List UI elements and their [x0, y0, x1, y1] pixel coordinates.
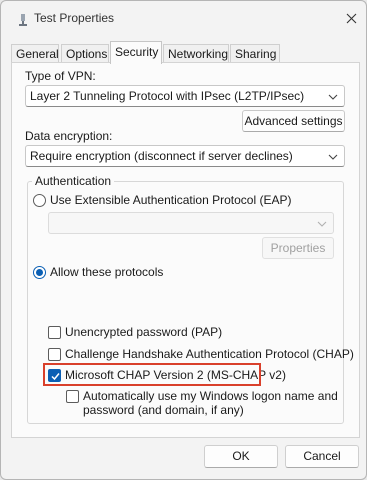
close-button[interactable]	[337, 5, 365, 33]
auto-logon-label-line1[interactable]: Automatically use my Windows logon name …	[83, 389, 338, 403]
window-title: Test Properties	[34, 11, 115, 25]
data-encryption-value: Require encryption (disconnect if server…	[30, 149, 293, 163]
authentication-group-title: Authentication	[32, 174, 115, 188]
data-encryption-label: Data encryption:	[25, 129, 113, 143]
tab-networking[interactable]: Networking	[163, 44, 229, 63]
vpn-type-dropdown[interactable]: Layer 2 Tunneling Protocol with IPsec (L…	[25, 85, 345, 107]
eap-type-dropdown	[48, 212, 334, 234]
close-icon	[346, 13, 356, 24]
allow-protocols-label[interactable]: Allow these protocols	[50, 265, 163, 279]
pap-label[interactable]: Unencrypted password (PAP)	[65, 325, 222, 339]
tab-options[interactable]: Options	[61, 44, 109, 63]
eap-label[interactable]: Use Extensible Authentication Protocol (…	[50, 193, 291, 207]
tab-general[interactable]: General	[11, 44, 59, 63]
chevron-down-icon	[328, 154, 338, 160]
auto-logon-checkbox[interactable]	[66, 390, 79, 403]
network-connection-icon	[19, 14, 27, 26]
properties-window: Test Properties General Options Security…	[0, 0, 367, 480]
chevron-down-icon	[317, 221, 327, 227]
tab-security[interactable]: Security	[110, 41, 162, 64]
chap-checkbox[interactable]	[48, 348, 61, 361]
vpn-type-value: Layer 2 Tunneling Protocol with IPsec (L…	[30, 89, 305, 103]
vpn-type-label: Type of VPN:	[25, 69, 96, 83]
mschapv2-highlight-box	[43, 363, 261, 386]
advanced-settings-button[interactable]: Advanced settings	[242, 110, 345, 132]
pap-checkbox[interactable]	[48, 326, 61, 339]
allow-protocols-radio[interactable]	[33, 266, 46, 279]
ok-button[interactable]: OK	[204, 445, 278, 468]
properties-button: Properties	[262, 237, 334, 259]
tab-sharing[interactable]: Sharing	[230, 44, 280, 63]
title-bar: Test Properties	[1, 1, 366, 37]
cancel-button[interactable]: Cancel	[285, 445, 359, 468]
data-encryption-dropdown[interactable]: Require encryption (disconnect if server…	[25, 145, 345, 167]
chap-label[interactable]: Challenge Handshake Authentication Proto…	[65, 347, 354, 361]
auto-logon-label-line2[interactable]: password (and domain, if any)	[83, 403, 244, 417]
chevron-down-icon	[328, 94, 338, 100]
eap-radio[interactable]	[33, 194, 46, 207]
